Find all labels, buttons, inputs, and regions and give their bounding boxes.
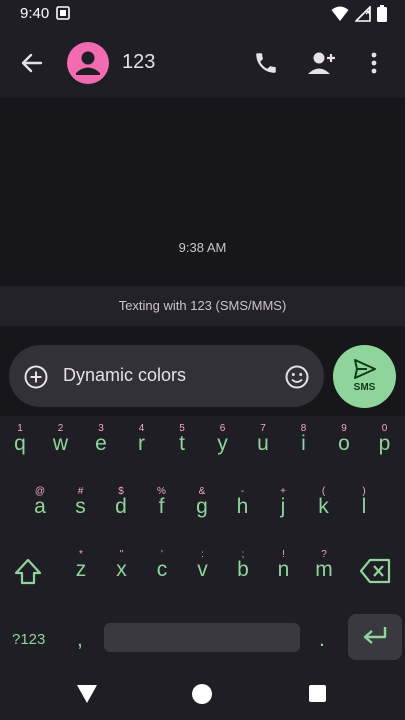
comma-key[interactable]: , [77,628,83,652]
key-t[interactable]: 5t [162,420,202,472]
key-a[interactable]: @ a [20,483,60,535]
key-label: e [95,432,107,455]
avatar-person-icon [76,51,100,75]
key-z[interactable]: * z [61,546,101,598]
compose-area: Dynamic colors SMS [0,326,405,416]
backspace-icon[interactable] [359,558,392,586]
texting-info: Texting with 123 (SMS/MMS) [118,298,287,313]
key-label: n [277,558,290,581]
message-input[interactable]: Dynamic colors [63,365,186,386]
key-k[interactable]: (k [304,483,344,535]
key-label: s [75,495,86,518]
key-m[interactable]: ? m [304,546,344,598]
contact-name[interactable]: 123 [122,51,155,74]
emoji-icon[interactable] [284,364,310,390]
key-g[interactable]: & g [182,483,222,535]
conversation-area: 9:38 AM [0,98,405,286]
send-icon [353,358,377,385]
key-label: v [197,558,208,581]
message-timestamp: 9:38 AM [178,240,227,255]
spacebar[interactable] [104,623,300,652]
key-e[interactable]: 3e [81,420,121,472]
status-time: 9:40 [20,5,50,22]
key-w[interactable]: 2w [41,420,81,472]
key-label: l [361,495,367,518]
key-label: t [179,432,185,455]
symbols-key[interactable]: ?123 [12,631,45,648]
nav-back-icon[interactable] [76,684,98,709]
more-vert-icon[interactable] [362,50,386,76]
key-label: c [156,558,168,581]
key-label: q [14,432,26,455]
key-x[interactable]: " x [102,546,142,598]
enter-icon [361,624,389,653]
key-label: x [116,558,127,581]
wifi-icon [331,6,349,27]
key-label: k [318,495,329,518]
send-label: SMS [353,382,376,393]
phone-icon[interactable] [253,50,279,76]
key-q[interactable]: 1q [0,420,40,472]
key-p[interactable]: 0p [365,420,405,472]
signal-icon [354,4,371,27]
key-d[interactable]: $ d [101,483,141,535]
avatar[interactable] [67,42,109,84]
key-label: z [75,558,87,581]
key-label: o [338,432,350,455]
key-label: r [138,432,145,455]
key-label: a [34,495,46,518]
key-label: b [237,558,249,581]
compose-field[interactable]: Dynamic colors [9,345,324,407]
key-label: i [301,432,306,455]
back-arrow-icon[interactable] [18,49,46,77]
key-y[interactable]: 6y [203,420,243,472]
key-label: w [52,432,69,455]
nav-home-icon[interactable] [192,684,212,704]
key-n[interactable]: ! n [264,546,304,598]
key-h[interactable]: -h [223,483,263,535]
nav-recents-icon[interactable] [309,685,326,702]
add-person-icon[interactable] [304,50,336,76]
key-label: p [378,432,391,455]
key-u[interactable]: 7u [243,420,283,472]
battery-icon [377,5,387,27]
shift-icon[interactable] [12,556,44,588]
send-button[interactable]: SMS [333,345,396,408]
key-j[interactable]: + j [263,483,303,535]
key-f[interactable]: % f [142,483,182,535]
key-c[interactable]: ' c [142,546,182,598]
key-b[interactable]: ; b [223,546,263,598]
key-label: f [158,495,165,518]
key-s[interactable]: # s [61,483,101,535]
add-attachment-icon[interactable] [23,364,49,390]
key-label: j [280,495,286,518]
key-label: g [196,495,208,518]
key-o[interactable]: 9o [324,420,364,472]
navigation-bar [0,666,405,720]
key-label: u [257,432,269,455]
key-l[interactable]: ) l [344,483,384,535]
enter-key[interactable] [348,614,402,660]
key-label: h [236,495,249,518]
texting-info-bar: Texting with 123 (SMS/MMS) [0,286,405,326]
status-icons [331,4,387,27]
key-v[interactable]: :v [183,546,223,598]
key-label: m [315,558,333,581]
key-label: d [115,495,127,518]
status-bar: 9:40 [0,0,405,28]
app-bar: 123 [0,28,405,98]
period-key[interactable]: . [319,628,325,652]
key-label: y [217,432,228,455]
keyboard: 1q2w3e4r5t6y7u8i9o0p @ a # s $ d% f & g - h + j(k) l … [0,416,405,666]
gallery-icon [56,6,70,25]
key-r[interactable]: 4r [122,420,162,472]
key-i[interactable]: 8i [284,420,324,472]
